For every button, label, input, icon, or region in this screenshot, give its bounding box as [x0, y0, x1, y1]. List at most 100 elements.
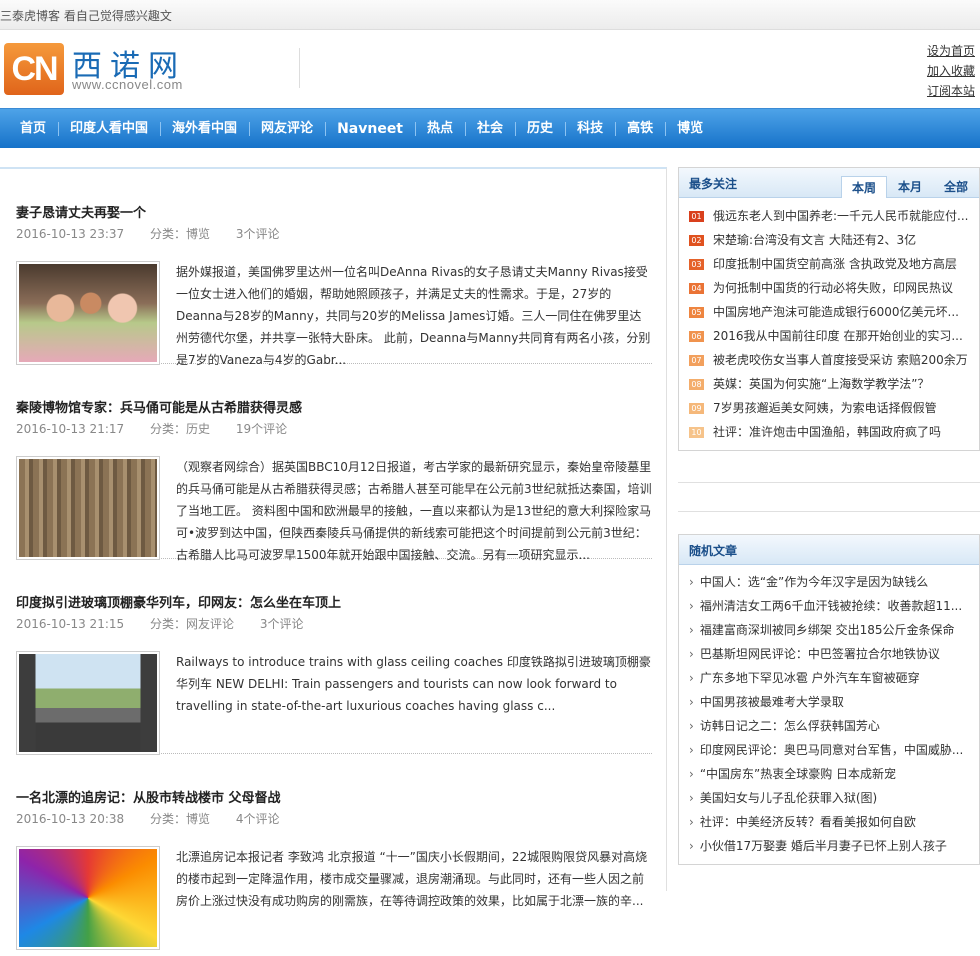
- post-thumbnail[interactable]: [16, 846, 160, 950]
- logo-url: www.ccnovel.com: [72, 77, 183, 92]
- post-list: 妻子恳请丈夫再娶一个 2016-10-13 23:37 分类：博览 3个评论 据…: [0, 167, 667, 950]
- random-article-link[interactable]: 福州清洁女工两6千血汗钱被抢续：收善款超11...: [700, 599, 962, 613]
- nav-tech[interactable]: 科技: [565, 109, 615, 149]
- rank-number: 04: [689, 283, 704, 294]
- hot-article-item[interactable]: 08 英媒：英国为何实施“上海数学教学法”？: [679, 372, 979, 396]
- rank-number: 09: [689, 403, 704, 414]
- hot-article-link[interactable]: 宋楚瑜:台湾没有文言 大陆还有2、3亿: [713, 233, 916, 247]
- random-article-link[interactable]: “中国房东”热衷全球豪购 日本成新宠: [700, 767, 896, 781]
- hot-article-item[interactable]: 02 宋楚瑜:台湾没有文言 大陆还有2、3亿: [679, 228, 979, 252]
- tab-this-week[interactable]: 本周: [841, 176, 887, 198]
- set-homepage-link[interactable]: 设为首页: [927, 41, 975, 61]
- nav-history[interactable]: 历史: [515, 109, 565, 149]
- random-article-item[interactable]: 中国人：选“金”作为今年汉字是因为缺钱么: [679, 570, 979, 594]
- add-favorite-link[interactable]: 加入收藏: [927, 61, 975, 81]
- header: CN 西诺网 www.ccnovel.com 设为首页 加入收藏 订阅本站: [0, 30, 980, 108]
- random-article-link[interactable]: 中国人：选“金”作为今年汉字是因为缺钱么: [700, 575, 928, 589]
- post-thumbnail[interactable]: [16, 456, 160, 560]
- hot-article-link[interactable]: 2016我从中国前往印度 在那开始创业的实习...: [713, 329, 963, 343]
- post-comments[interactable]: 3个评论: [260, 617, 304, 631]
- random-articles-title: 随机文章: [689, 544, 738, 558]
- post-meta: 2016-10-13 21:17 分类：历史 19个评论: [16, 420, 652, 440]
- post-category[interactable]: 分类：网友评论: [150, 617, 234, 631]
- header-divider: [299, 48, 300, 88]
- nav-india-view-china[interactable]: 印度人看中国: [58, 109, 160, 149]
- post-date: 2016-10-13 21:17: [16, 422, 125, 436]
- hot-article-link[interactable]: 为何抵制中国货的行动必将失败，印网民热议: [713, 281, 953, 295]
- post-title[interactable]: 秦陵博物馆专家：兵马俑可能是从古希腊获得灵感: [16, 397, 652, 417]
- post-category[interactable]: 分类：历史: [150, 422, 210, 436]
- post-comments[interactable]: 19个评论: [236, 422, 287, 436]
- random-article-item[interactable]: 访韩日记之二：怎么俘获韩国芳心: [679, 714, 979, 738]
- random-article-item[interactable]: 小伙借17万娶妻 婚后半月妻子已怀上别人孩子: [679, 834, 979, 858]
- post-category[interactable]: 分类：博览: [150, 812, 210, 826]
- random-article-item[interactable]: 巴基斯坦网民评论：中巴签署拉合尔地铁协议: [679, 642, 979, 666]
- nav-home[interactable]: 首页: [8, 109, 58, 149]
- nav-society[interactable]: 社会: [465, 109, 515, 149]
- post-item: 妻子恳请丈夫再娶一个 2016-10-13 23:37 分类：博览 3个评论 据…: [16, 169, 652, 367]
- post-excerpt: 北漂追房记本报记者 李致鸿 北京报道 “十一”国庆小长假期间，22城限购限贷风暴…: [176, 850, 648, 908]
- hot-article-item[interactable]: 04 为何抵制中国货的行动必将失败，印网民热议: [679, 276, 979, 300]
- hot-article-item[interactable]: 05 中国房地产泡沫可能造成银行6000亿美元坏...: [679, 300, 979, 324]
- random-article-link[interactable]: 小伙借17万娶妻 婚后半月妻子已怀上别人孩子: [700, 839, 947, 853]
- post-excerpt: 据外媒报道，美国佛罗里达州一位名叫DeAnna Rivas的女子恳请丈夫Mann…: [176, 265, 651, 367]
- random-article-item[interactable]: 社评：中美经济反转？看看美报如何自欧: [679, 810, 979, 834]
- site-logo[interactable]: CN 西诺网 www.ccnovel.com: [4, 43, 204, 97]
- hot-articles-title: 最多关注: [689, 177, 738, 191]
- post-comments[interactable]: 3个评论: [236, 227, 280, 241]
- hot-article-link[interactable]: 7岁男孩邂逅美女阿姨，为索电话择假假管: [713, 401, 937, 415]
- hot-article-item[interactable]: 06 2016我从中国前往印度 在那开始创业的实习...: [679, 324, 979, 348]
- subscribe-link[interactable]: 订阅本站: [927, 81, 975, 101]
- post-date: 2016-10-13 21:15: [16, 617, 125, 631]
- hot-article-item[interactable]: 10 社评：准许炮击中国渔船，韩国政府疯了吗: [679, 420, 979, 444]
- hot-article-link[interactable]: 俄远东老人到中国养老:一千元人民币就能应付...: [713, 209, 969, 223]
- post-title[interactable]: 印度拟引进玻璃顶棚豪华列车，印网友：怎么坐在车顶上: [16, 592, 652, 612]
- post-title[interactable]: 妻子恳请丈夫再娶一个: [16, 202, 652, 222]
- random-article-link[interactable]: 访韩日记之二：怎么俘获韩国芳心: [700, 719, 880, 733]
- random-article-item[interactable]: 印度网民评论：奥巴马同意对台军售，中国威胁...: [679, 738, 979, 762]
- tab-this-month[interactable]: 本月: [887, 176, 933, 198]
- post-meta: 2016-10-13 23:37 分类：博览 3个评论: [16, 225, 652, 245]
- post-thumbnail[interactable]: [16, 261, 160, 365]
- rank-number: 05: [689, 307, 704, 318]
- random-article-link[interactable]: 美国妇女与儿子乱伦获罪入狱(图): [700, 791, 877, 805]
- random-article-link[interactable]: 中国男孩被最难考大学录取: [700, 695, 844, 709]
- rank-number: 10: [689, 427, 704, 438]
- hot-article-item[interactable]: 07 被老虎咬伤女当事人首度接受采访 索赔200余万: [679, 348, 979, 372]
- nav-netizen-comments[interactable]: 网友评论: [249, 109, 325, 149]
- random-article-link[interactable]: 印度网民评论：奥巴马同意对台军售，中国威胁...: [700, 743, 963, 757]
- nav-navneet[interactable]: Navneet: [325, 109, 415, 149]
- random-article-item[interactable]: “中国房东”热衷全球豪购 日本成新宠: [679, 762, 979, 786]
- hot-article-item[interactable]: 01 俄远东老人到中国养老:一千元人民币就能应付...: [679, 204, 979, 228]
- random-article-link[interactable]: 社评：中美经济反转？看看美报如何自欧: [700, 815, 916, 829]
- rank-number: 06: [689, 331, 704, 342]
- nav-overseas-view-china[interactable]: 海外看中国: [160, 109, 249, 149]
- random-articles-list: 中国人：选“金”作为今年汉字是因为缺钱么福州清洁女工两6千血汗钱被抢续：收善款超…: [679, 565, 979, 864]
- post-comments[interactable]: 4个评论: [236, 812, 280, 826]
- hot-article-item[interactable]: 09 7岁男孩邂逅美女阿姨，为索电话择假假管: [679, 396, 979, 420]
- random-article-item[interactable]: 福建富商深圳被同乡绑架 交出185公斤金条保命: [679, 618, 979, 642]
- random-article-link[interactable]: 广东多地下罕见冰雹 户外汽车车窗被砸穿: [700, 671, 920, 685]
- hot-article-link[interactable]: 社评：准许炮击中国渔船，韩国政府疯了吗: [713, 425, 941, 439]
- post-title[interactable]: 一名北漂的追房记：从股市转战楼市 父母督战: [16, 787, 652, 807]
- random-article-item[interactable]: 福州清洁女工两6千血汗钱被抢续：收善款超11...: [679, 594, 979, 618]
- tab-all[interactable]: 全部: [933, 176, 979, 198]
- hot-article-link[interactable]: 中国房地产泡沫可能造成银行6000亿美元坏...: [713, 305, 959, 319]
- post-category[interactable]: 分类：博览: [150, 227, 210, 241]
- random-article-item[interactable]: 美国妇女与儿子乱伦获罪入狱(图): [679, 786, 979, 810]
- random-article-item[interactable]: 中国男孩被最难考大学录取: [679, 690, 979, 714]
- nav-misc[interactable]: 博览: [665, 109, 715, 149]
- random-article-link[interactable]: 巴基斯坦网民评论：中巴签署拉合尔地铁协议: [700, 647, 940, 661]
- top-links: 设为首页 加入收藏 订阅本站: [927, 41, 975, 101]
- random-article-link[interactable]: 福建富商深圳被同乡绑架 交出185公斤金条保命: [700, 623, 955, 637]
- hot-article-item[interactable]: 03 印度抵制中国货空前高涨 含执政党及地方高层: [679, 252, 979, 276]
- hot-article-link[interactable]: 英媒：英国为何实施“上海数学教学法”？: [713, 377, 929, 391]
- rank-number: 01: [689, 211, 704, 222]
- random-article-item[interactable]: 广东多地下罕见冰雹 户外汽车车窗被砸穿: [679, 666, 979, 690]
- nav-hot[interactable]: 热点: [415, 109, 465, 149]
- divider: [678, 482, 980, 483]
- hot-article-link[interactable]: 印度抵制中国货空前高涨 含执政党及地方高层: [713, 257, 957, 271]
- hot-article-link[interactable]: 被老虎咬伤女当事人首度接受采访 索赔200余万: [713, 353, 968, 367]
- post-thumbnail[interactable]: [16, 651, 160, 755]
- nav-railway[interactable]: 高铁: [615, 109, 665, 149]
